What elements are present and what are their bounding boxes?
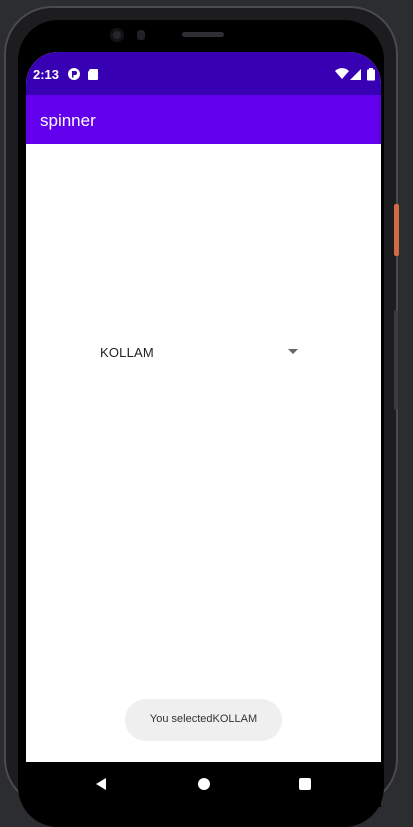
notification-app-icon: [68, 68, 80, 80]
spinner-selected-value: KOLLAM: [100, 345, 154, 360]
proximity-sensor: [137, 30, 145, 40]
home-icon[interactable]: [198, 778, 210, 790]
wifi-icon: [335, 68, 349, 79]
toast-message: You selectedKOLLAM: [149, 713, 258, 725]
city-spinner[interactable]: KOLLAM: [92, 334, 306, 370]
app-bar: spinner: [26, 95, 381, 144]
app-title: spinner: [40, 111, 96, 130]
status-time: 2:13: [33, 67, 60, 82]
dropdown-arrow-icon: [288, 349, 298, 354]
cell-signal-icon: [350, 69, 361, 80]
earpiece-speaker: [182, 32, 224, 37]
navigation-bar: [26, 762, 381, 807]
toast: You selectedKOLLAM: [125, 699, 282, 741]
power-button[interactable]: [394, 204, 399, 256]
main-content: [26, 144, 381, 762]
battery-icon: [367, 68, 375, 81]
volume-button[interactable]: [394, 310, 398, 410]
front-camera: [110, 28, 124, 42]
sd-card-icon: [88, 69, 98, 80]
back-icon[interactable]: [94, 777, 108, 791]
recents-icon[interactable]: [299, 778, 311, 790]
device-screen: 2:13 spinner KOLLAM You selectedKOLLAM: [26, 52, 381, 807]
status-bar: 2:13: [26, 52, 381, 95]
